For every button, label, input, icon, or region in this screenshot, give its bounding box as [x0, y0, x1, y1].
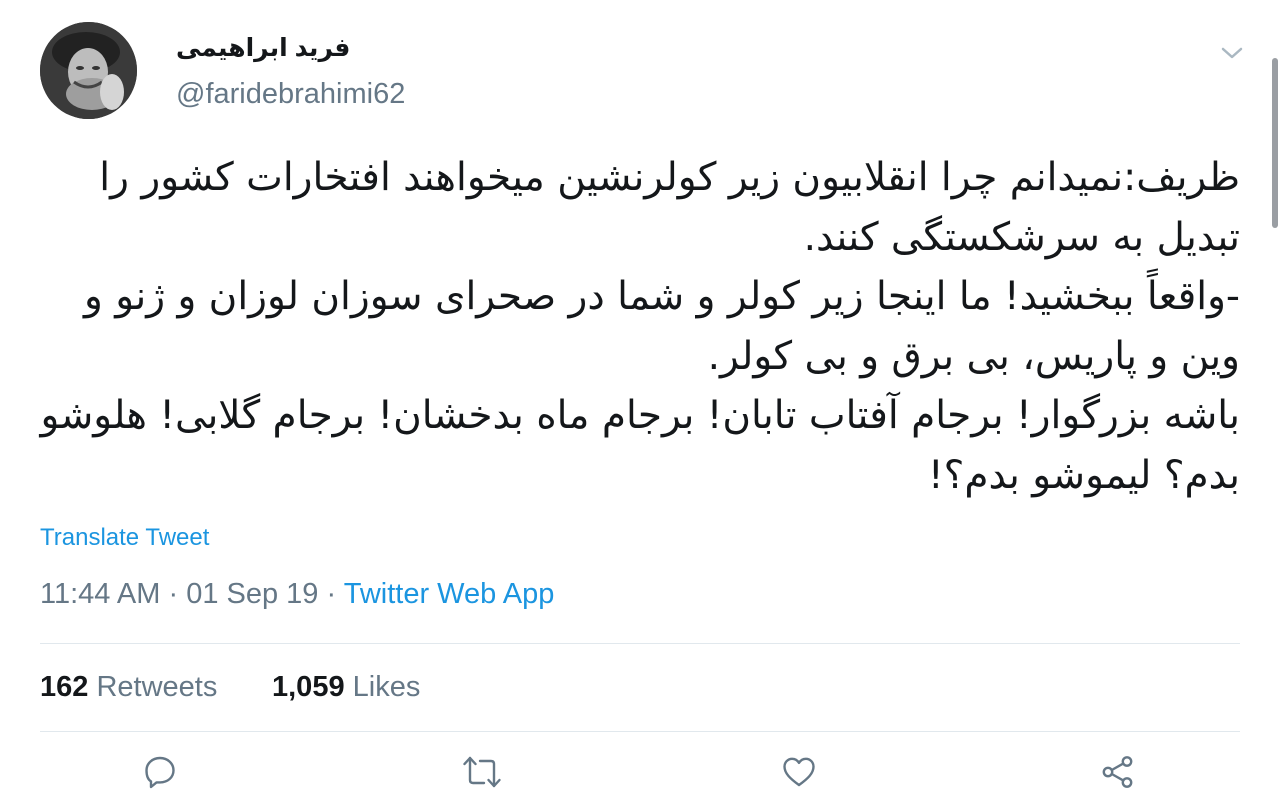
tweet-text-line: باشه بزرگوار! برجام آفتاب تابان! برجام م…: [40, 393, 1240, 438]
tweet-date[interactable]: 01 Sep 19: [186, 578, 318, 610]
heart-icon: [783, 757, 815, 787]
likes-stat[interactable]: 1,059 Likes: [272, 671, 420, 704]
avatar[interactable]: [40, 22, 137, 119]
tweet-text-line: تبدیل به سرشکستگی کنند.: [803, 214, 1240, 260]
tweet-meta: 11:44 AM · 01 Sep 19 · Twitter Web App: [40, 578, 554, 611]
tweet-text-line: ظریف:نمیدانم چرا انقلابیون زیر کولرنشین …: [99, 155, 1240, 200]
translate-tweet-link[interactable]: Translate Tweet: [40, 524, 209, 552]
retweet-button[interactable]: [462, 754, 502, 790]
tweet-source-link[interactable]: Twitter Web App: [344, 578, 555, 610]
avatar-photo: [40, 22, 137, 119]
author-handle[interactable]: @faridebrahimi62: [176, 78, 405, 111]
chevron-down-icon: [1221, 47, 1243, 59]
tweet-text-line: وین و پاریس، بی برق و بی کولر.: [707, 333, 1240, 379]
tweet-time[interactable]: 11:44 AM: [40, 578, 160, 610]
retweets-label: Retweets: [96, 671, 218, 703]
tweet-text-line: -واقعاً ببخشید! ما اینجا زیر کولر و شما …: [83, 274, 1240, 319]
scrollbar-thumb[interactable]: [1272, 58, 1278, 228]
author-display-name[interactable]: فرید ابراهیمی: [176, 33, 350, 63]
like-button[interactable]: [781, 754, 817, 790]
divider: [40, 643, 1240, 644]
share-icon: [1102, 756, 1133, 788]
tweet-menu-button[interactable]: [1219, 42, 1245, 64]
retweets-stat[interactable]: 162 Retweets: [40, 671, 217, 704]
reply-icon: [145, 756, 175, 789]
tweet-text: ظریف:نمیدانم چرا انقلابیون زیر کولرنشین …: [40, 148, 1240, 505]
likes-label: Likes: [352, 671, 421, 703]
meta-separator: ·: [326, 578, 337, 610]
tweet-text-line: بدم؟ لیموشو بدم؟!: [928, 452, 1240, 498]
retweet-icon: [463, 756, 501, 788]
retweets-count: 162: [40, 671, 89, 703]
likes-count: 1,059: [272, 671, 345, 703]
reply-button[interactable]: [142, 754, 178, 790]
divider: [40, 731, 1240, 732]
share-button[interactable]: [1100, 754, 1136, 790]
meta-separator: ·: [168, 578, 179, 610]
